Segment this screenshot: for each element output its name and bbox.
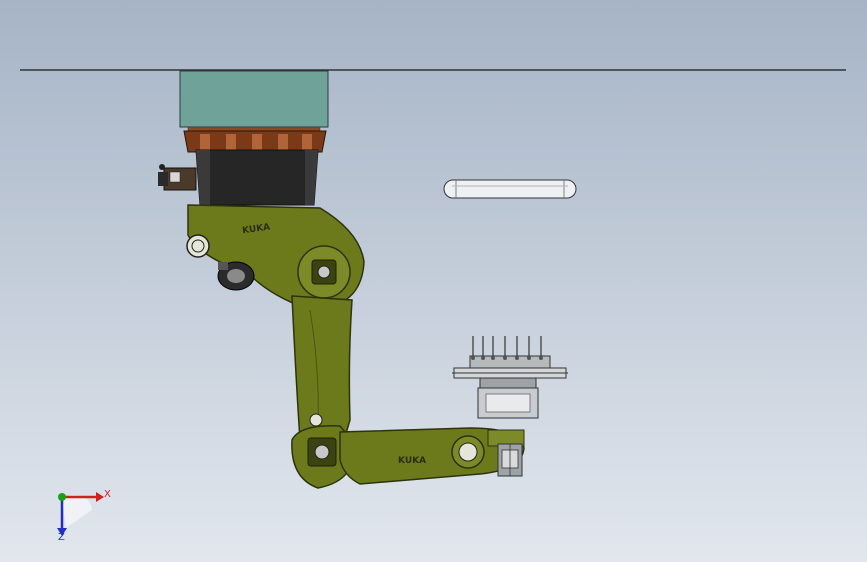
cable-connector bbox=[158, 164, 197, 191]
ceiling-mount-block bbox=[179, 70, 329, 128]
robot-tool-flange bbox=[497, 443, 523, 477]
cylinder-part bbox=[443, 179, 577, 199]
y-axis-dot bbox=[58, 493, 66, 501]
robot-base-flange bbox=[183, 130, 327, 153]
coordinate-triad[interactable]: X Z bbox=[57, 489, 111, 543]
joint-a2 bbox=[297, 245, 351, 299]
robot-motor bbox=[217, 261, 255, 291]
kuka-logo-lower: KUKA bbox=[398, 456, 426, 466]
z-axis-label: Z bbox=[58, 532, 65, 543]
robot-rotating-base bbox=[195, 149, 319, 206]
cad-viewport[interactable]: KUKA KUKA X Z bbox=[0, 0, 867, 562]
gripper-end-effector bbox=[452, 336, 568, 419]
x-axis-label: X bbox=[104, 489, 111, 500]
